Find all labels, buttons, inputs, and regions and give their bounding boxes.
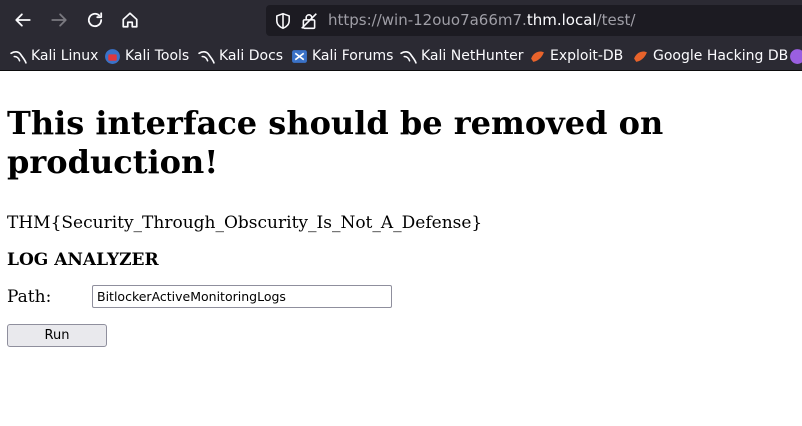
back-button[interactable] <box>9 6 37 34</box>
url-path: /test/ <box>596 11 636 29</box>
exploit-db-icon <box>531 50 544 62</box>
bookmark-exploit-db[interactable]: Exploit-DB <box>529 46 623 66</box>
bookmark-label: Kali Linux <box>31 48 99 64</box>
home-icon <box>122 12 138 28</box>
kali-tools-icon <box>105 48 120 64</box>
bookmark-label: Exploit-DB <box>550 48 624 64</box>
reload-icon <box>87 12 103 28</box>
bookmark-kali-forums[interactable]: Kali Forums <box>291 46 393 66</box>
page-title: This interface should be removed on prod… <box>7 104 664 181</box>
exploit-db-icon <box>634 50 647 62</box>
url-host: thm.local <box>526 11 597 29</box>
bookmark-label: Kali NetHunter <box>421 48 524 64</box>
flag-text: THM{Security_Through_Obscurity_Is_Not_A_… <box>7 213 483 233</box>
bookmark-label: Google Hacking DB <box>653 48 789 64</box>
kali-dragon-icon <box>400 50 417 64</box>
bookmark-kali-nethunter[interactable]: Kali NetHunter <box>400 46 523 66</box>
bookmark-google-hacking-db[interactable]: Google Hacking DB <box>632 46 788 66</box>
bookmark-label: Kali Forums <box>312 48 394 64</box>
kali-forums-icon <box>292 49 307 63</box>
bookmark-kali-docs[interactable]: Kali Docs <box>198 46 283 66</box>
path-label: Path: <box>7 287 52 307</box>
globe-icon <box>790 48 802 64</box>
run-button[interactable]: Run <box>7 324 107 347</box>
kali-dragon-icon <box>10 50 27 64</box>
bookmark-kali-linux[interactable]: Kali Linux <box>10 46 98 66</box>
bookmark-kali-tools[interactable]: Kali Tools <box>104 46 189 66</box>
bookmarks-bar: Kali Linux Kali Tools Kali Docs Kali For… <box>0 40 802 71</box>
path-input[interactable] <box>92 285 392 308</box>
kali-dragon-icon <box>198 50 215 64</box>
bookmark-label: Kali Tools <box>125 48 190 64</box>
url-prefix: https://win-12ouo7a66m7. <box>328 11 527 29</box>
url-text: https://win-12ouo7a66m7.thm.local/test/ <box>328 11 635 29</box>
section-title: LOG ANALYZER <box>7 250 159 270</box>
reload-button[interactable] <box>81 6 109 34</box>
browser-toolbar: https://win-12ouo7a66m7.thm.local/test/ <box>0 0 802 40</box>
arrow-right-icon <box>51 13 67 27</box>
address-bar[interactable]: https://win-12ouo7a66m7.thm.local/test/ <box>266 5 802 36</box>
home-button[interactable] <box>116 6 144 34</box>
arrow-left-icon <box>15 13 31 27</box>
forward-button[interactable] <box>45 6 73 34</box>
bookmark-label: Kali Docs <box>219 48 284 64</box>
bookmark-overflow[interactable] <box>789 46 802 66</box>
lock-icon[interactable] <box>300 12 318 30</box>
shield-icon[interactable] <box>274 12 292 30</box>
